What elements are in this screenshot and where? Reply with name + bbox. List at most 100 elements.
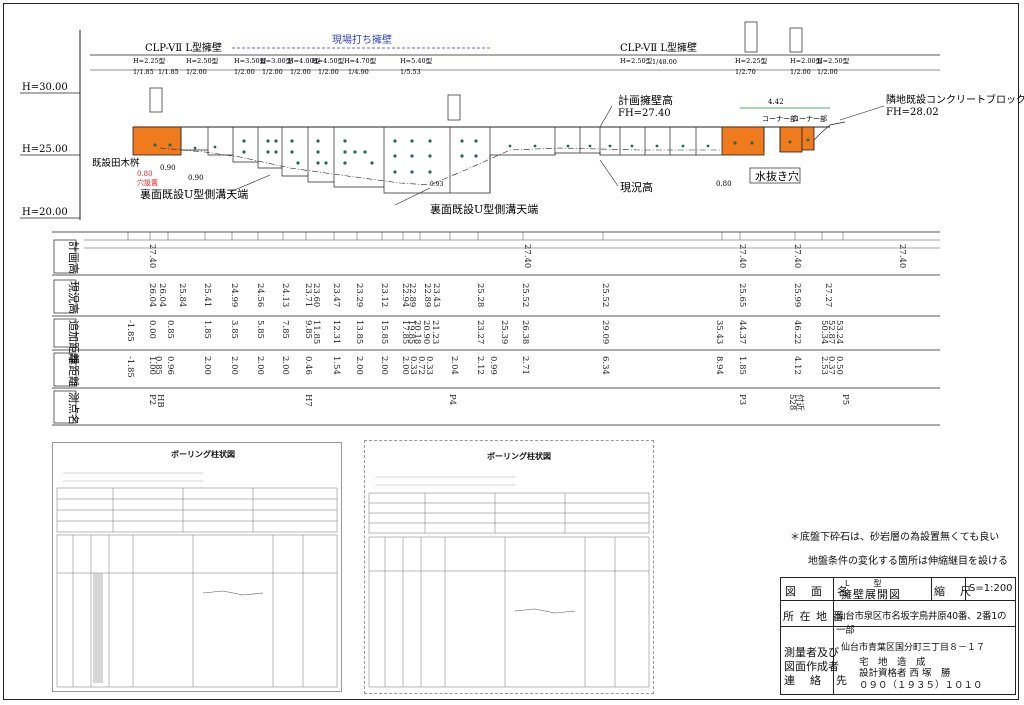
station-point-name: P3: [737, 394, 747, 405]
cum-distance-value: 3.85: [229, 320, 239, 339]
cum-distance-value: 29.09: [600, 320, 610, 344]
cum-distance-value: 13.85: [354, 320, 364, 344]
section-type: H=2.50型: [817, 56, 850, 65]
cum-distance-value: 35.43: [714, 320, 724, 344]
single-distance-value: 0.33: [424, 356, 434, 375]
drain-hole-dots: [153, 138, 810, 174]
station-point-name: HB: [155, 394, 165, 408]
section-ratio: 1/1.85: [133, 68, 154, 76]
level-25-label: H=25.00: [22, 144, 68, 155]
current-height-value: 23.43: [431, 283, 441, 307]
section-ratio: 1/1.85: [158, 68, 179, 76]
station-point-name: P4: [447, 394, 457, 405]
section-ratio: 1/2.00: [290, 68, 311, 76]
boring-log-grid: [56, 472, 338, 688]
single-distance-value: 2.00: [379, 356, 389, 375]
boring-log-grid: [368, 476, 650, 688]
row-label-plan: 計画高: [67, 241, 81, 274]
plan-wall-height-label: 計画擁壁高: [618, 93, 673, 107]
cum-distance-value: 53.24: [834, 320, 844, 344]
value-090b: 0.90: [188, 174, 204, 182]
single-distance-value: 6.34: [600, 356, 610, 375]
boring-log-1: ボーリング柱状図: [52, 442, 342, 692]
drain-label: 水抜き穴: [755, 169, 799, 183]
note-crushed-stone: ＊底盤下砕石は、砂岩層の為設置無くても良い: [790, 532, 1000, 543]
section-type: H=2.25型: [133, 56, 166, 65]
corner-concrete-block: [779, 126, 803, 153]
section-type: H=2.50型: [620, 56, 653, 65]
cast-in-place-label: 現場打ち擁壁: [332, 33, 392, 46]
single-distance-value: 8.94: [714, 356, 724, 375]
leader-line: [839, 105, 885, 121]
surveyor-address: 仙台市青葉区国分町三丁目８－１７: [841, 643, 986, 653]
section-type: H=2.25型: [735, 56, 768, 65]
current-height-value: 22.89: [407, 283, 417, 307]
adjacent-block-label: 隣地既設コンクリートブロック高: [886, 93, 1024, 106]
single-distance-value: 2.00: [255, 356, 265, 375]
single-distance-value: 0.99: [488, 356, 498, 375]
section-type: H=4.70型: [344, 56, 377, 65]
cum-distance-value: 7.85: [280, 320, 290, 339]
current-height-value: 23.60: [311, 283, 321, 307]
corner-marker-box: [149, 87, 163, 113]
level-30-label: H=30.00: [22, 82, 68, 93]
station-point-name: P5: [840, 394, 850, 405]
current-height-value: 25.28: [475, 283, 485, 307]
level-20-label: H=20.00: [22, 207, 68, 218]
wall-panels: [180, 127, 781, 194]
plan-height-value: 27.40: [147, 244, 157, 268]
section-ratio: 1/2.00: [790, 68, 811, 76]
back-ditch-label-1: 裏面既設U型側溝天端: [140, 187, 248, 201]
plan-height-value: 27.40: [792, 244, 802, 268]
section-ratio: 1/4.90: [348, 68, 369, 76]
current-height-value: 27.27: [823, 283, 833, 307]
cum-distance-value: 11.85: [311, 320, 321, 344]
corner-marker-box: [744, 21, 758, 53]
section-ratio: 1/5.53: [400, 68, 421, 76]
single-distance-value: 0.85: [153, 356, 163, 375]
current-height-value: 25.52: [600, 283, 610, 307]
section-ratio: 1/2.00: [234, 68, 255, 76]
current-height-value: 22.89: [422, 283, 432, 307]
section-ratio: 1/2.00: [186, 68, 207, 76]
title-block-divider: [931, 578, 932, 600]
cum-distance-value: 15.85: [379, 320, 389, 344]
single-distance-value: 0.96: [165, 356, 175, 375]
right-concrete-block: [721, 126, 765, 156]
cum-distance-value: 20.18: [412, 320, 422, 344]
plan-height-value: 27.40: [522, 244, 532, 268]
current-height-value: 23.47: [331, 283, 341, 307]
survey-table-grid: [52, 231, 940, 426]
value-090: 0.90: [160, 164, 176, 172]
single-distance-value: 4.12: [792, 356, 802, 375]
corner-label: コーナー部: [792, 114, 827, 123]
cum-distance-value: 1.85: [202, 320, 212, 339]
station-point-name: H7: [303, 394, 313, 407]
row-label-current: 現況高: [67, 281, 81, 314]
section-type: H=2.50型: [186, 56, 219, 65]
single-distance-value: 0.46: [303, 356, 313, 375]
current-height-label: 現況高: [620, 180, 653, 194]
section-ratio: 1/2.00: [318, 68, 339, 76]
current-height-value: 25.52: [520, 283, 530, 307]
single-distance-value: 2.00: [354, 356, 364, 375]
single-distance-value: 2.00: [229, 356, 239, 375]
section-ratio: 1/2.00: [817, 68, 838, 76]
scale-label: 縮 尺: [934, 585, 973, 598]
current-height-value: 24.56: [255, 283, 265, 307]
value-080: 0.80: [716, 180, 732, 188]
current-height-value: 25.84: [177, 283, 187, 307]
row-label-single: 単距離: [67, 354, 81, 387]
cum-distance-value: 20.90: [421, 320, 431, 344]
back-ditch-label-2: 裏面既設U型側溝天端: [430, 202, 538, 216]
corner-marker-box: [447, 94, 461, 121]
note-expansion-joint: 地盤条件の変化する箇所は伸縮継目を設ける: [808, 556, 1008, 567]
current-height-value: 24.99: [229, 283, 239, 307]
current-height-value: 23.29: [354, 283, 364, 307]
left-wall-type: CLP-VⅡ L型擁壁: [145, 41, 222, 54]
table-values: 27.40 27.40 27.40 27.40 27.40 26.04 26.04 25.84…: [125, 232, 907, 412]
adjacent-block-line: [813, 121, 846, 150]
station-point-name: 付近: [794, 394, 805, 412]
current-height-value: 25.65: [737, 283, 747, 307]
corner-marker-box: [789, 27, 803, 53]
